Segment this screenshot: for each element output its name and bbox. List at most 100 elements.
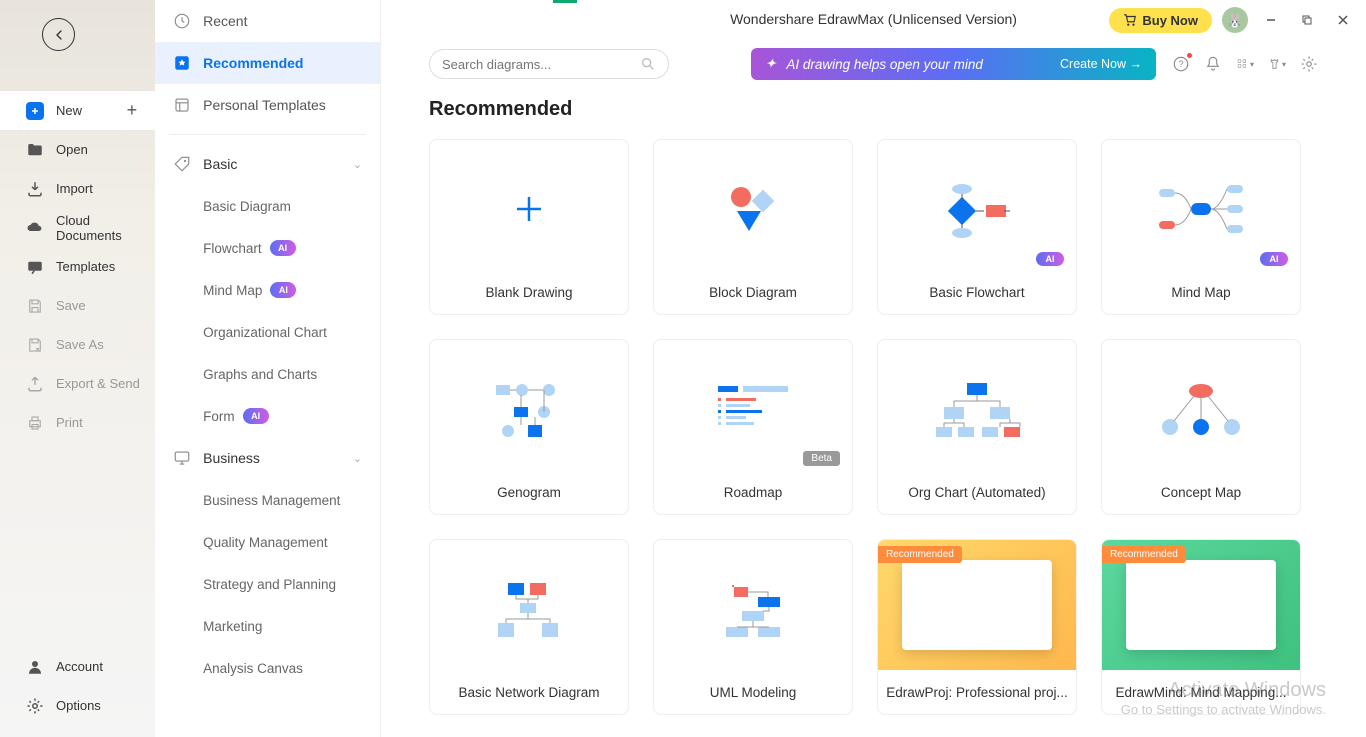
category-sub-graphs-and-charts[interactable]: Graphs and Charts bbox=[155, 353, 380, 395]
card-preview: AI bbox=[886, 148, 1068, 270]
sub-label: Strategy and Planning bbox=[203, 577, 336, 592]
template-cards: Blank Drawing Block Diagram AIBasic Flowch… bbox=[429, 139, 1318, 715]
template-card-genogram[interactable]: Genogram bbox=[429, 339, 629, 515]
maximize-button[interactable] bbox=[1294, 7, 1320, 33]
titlebar: Wondershare EdrawMax (Unlicensed Version… bbox=[381, 0, 1366, 40]
sidebar-item-save-as[interactable]: Save As bbox=[0, 325, 155, 364]
sidebar-item-label: Options bbox=[56, 698, 101, 713]
category-sub-basic-diagram[interactable]: Basic Diagram bbox=[155, 185, 380, 227]
card-preview: Recommended bbox=[878, 540, 1076, 670]
card-preview bbox=[662, 548, 844, 670]
sub-label: Business Management bbox=[203, 493, 340, 508]
search-icon bbox=[640, 56, 656, 72]
sidebar-item-templates[interactable]: Templates bbox=[0, 247, 155, 286]
card-label: Basic Network Diagram bbox=[430, 670, 628, 714]
add-icon[interactable]: + bbox=[127, 100, 138, 121]
sidebar-item-print[interactable]: Print bbox=[0, 403, 155, 442]
main-area: Wondershare EdrawMax (Unlicensed Version… bbox=[381, 0, 1366, 737]
settings-button[interactable] bbox=[1300, 55, 1318, 73]
template-card-concept-map[interactable]: Concept Map bbox=[1101, 339, 1301, 515]
card-preview bbox=[438, 148, 620, 270]
ai-banner[interactable]: ✦ AI drawing helps open your mind Create… bbox=[751, 48, 1156, 80]
card-label: Mind Map bbox=[1102, 270, 1300, 314]
category-sub-form[interactable]: FormAI bbox=[155, 395, 380, 437]
sidebar-item-label: Save As bbox=[56, 337, 104, 352]
theme-button[interactable]: ▾ bbox=[1268, 55, 1286, 73]
sidebar-item-label: New bbox=[56, 103, 82, 118]
category-sub-mind-map[interactable]: Mind MapAI bbox=[155, 269, 380, 311]
save-icon bbox=[26, 297, 44, 315]
category-group-business[interactable]: Business⌄ bbox=[155, 437, 380, 479]
template-card-edrawproj-professional-proj[interactable]: RecommendedEdrawProj: Professional proj.… bbox=[877, 539, 1077, 715]
sidebar-item-new[interactable]: New + bbox=[0, 91, 155, 130]
ai-badge: AI bbox=[270, 282, 296, 298]
category-sub-business-management[interactable]: Business Management bbox=[155, 479, 380, 521]
tag-icon bbox=[173, 155, 191, 173]
buy-now-button[interactable]: Buy Now bbox=[1109, 8, 1212, 33]
title-accent bbox=[553, 0, 577, 3]
ai-badge: AI bbox=[243, 408, 269, 424]
category-item-personal-templates[interactable]: Personal Templates bbox=[155, 84, 380, 126]
template-card-org-chart-(automated)[interactable]: Org Chart (Automated) bbox=[877, 339, 1077, 515]
category-group-basic[interactable]: Basic⌄ bbox=[155, 143, 380, 185]
sub-label: Analysis Canvas bbox=[203, 661, 303, 676]
sidebar-item-import[interactable]: Import bbox=[0, 169, 155, 208]
buy-now-label: Buy Now bbox=[1142, 13, 1198, 28]
ai-banner-cta: Create Now → bbox=[1060, 57, 1142, 71]
category-sub-organizational-chart[interactable]: Organizational Chart bbox=[155, 311, 380, 353]
card-preview bbox=[438, 348, 620, 470]
arrow-left-icon bbox=[51, 27, 67, 43]
template-card-basic-network-diagram[interactable]: Basic Network Diagram bbox=[429, 539, 629, 715]
sidebar-item-options[interactable]: Options bbox=[0, 686, 155, 725]
sidebar-item-save[interactable]: Save bbox=[0, 286, 155, 325]
template-card-uml-modeling[interactable]: UML Modeling bbox=[653, 539, 853, 715]
category-item-recommended[interactable]: Recommended bbox=[155, 42, 380, 84]
category-sub-marketing[interactable]: Marketing bbox=[155, 605, 380, 647]
close-button[interactable] bbox=[1330, 7, 1356, 33]
category-label: Personal Templates bbox=[203, 97, 326, 113]
download-icon bbox=[26, 180, 44, 198]
sidebar-item-account[interactable]: Account bbox=[0, 647, 155, 686]
category-sub-flowchart[interactable]: FlowchartAI bbox=[155, 227, 380, 269]
card-label: Concept Map bbox=[1102, 470, 1300, 514]
folder-icon bbox=[26, 141, 44, 159]
category-label: Recent bbox=[203, 13, 247, 29]
sidebar-item-open[interactable]: Open bbox=[0, 130, 155, 169]
card-label: Genogram bbox=[430, 470, 628, 514]
category-sub-strategy-and-planning[interactable]: Strategy and Planning bbox=[155, 563, 380, 605]
sidebar-item-label: Open bbox=[56, 142, 88, 157]
recommended-badge: Recommended bbox=[878, 546, 962, 563]
template-card-basic-flowchart[interactable]: AIBasic Flowchart bbox=[877, 139, 1077, 315]
template-card-mind-map[interactable]: AIMind Map bbox=[1101, 139, 1301, 315]
card-label: Block Diagram bbox=[654, 270, 852, 314]
ai-badge: AI bbox=[270, 240, 296, 256]
template-card-blank-drawing[interactable]: Blank Drawing bbox=[429, 139, 629, 315]
category-sub-quality-management[interactable]: Quality Management bbox=[155, 521, 380, 563]
sidebar-categories: Recent Recommended Personal Templates Basi… bbox=[155, 0, 381, 737]
sidebar-item-export-&-send[interactable]: Export & Send bbox=[0, 364, 155, 403]
search-input[interactable] bbox=[442, 57, 640, 72]
avatar[interactable]: 🐰 bbox=[1222, 7, 1248, 33]
sparkle-icon: ✦ bbox=[765, 56, 776, 72]
svg-text:?: ? bbox=[1178, 59, 1183, 69]
help-button[interactable]: ? bbox=[1172, 55, 1190, 73]
apps-button[interactable]: ▾ bbox=[1236, 55, 1254, 73]
back-button[interactable] bbox=[42, 18, 75, 51]
template-card-edrawmind-mind-mapping[interactable]: RecommendedEdrawMind: Mind Mapping... bbox=[1101, 539, 1301, 715]
sidebar-item-cloud-documents[interactable]: Cloud Documents bbox=[0, 208, 155, 247]
grid-icon bbox=[1236, 55, 1249, 73]
card-label: Org Chart (Automated) bbox=[878, 470, 1076, 514]
template-card-block-diagram[interactable]: Block Diagram bbox=[653, 139, 853, 315]
category-sub-analysis-canvas[interactable]: Analysis Canvas bbox=[155, 647, 380, 689]
recommended-badge: Recommended bbox=[1102, 546, 1186, 563]
template-card-roadmap[interactable]: BetaRoadmap bbox=[653, 339, 853, 515]
group-label: Business bbox=[203, 450, 260, 466]
notifications-button[interactable] bbox=[1204, 55, 1222, 73]
search-box[interactable] bbox=[429, 49, 669, 79]
minimize-button[interactable] bbox=[1258, 7, 1284, 33]
category-item-recent[interactable]: Recent bbox=[155, 0, 380, 42]
maximize-icon bbox=[1301, 14, 1313, 26]
beta-badge: Beta bbox=[803, 451, 840, 466]
group-label: Basic bbox=[203, 156, 237, 172]
minimize-icon bbox=[1265, 14, 1277, 26]
